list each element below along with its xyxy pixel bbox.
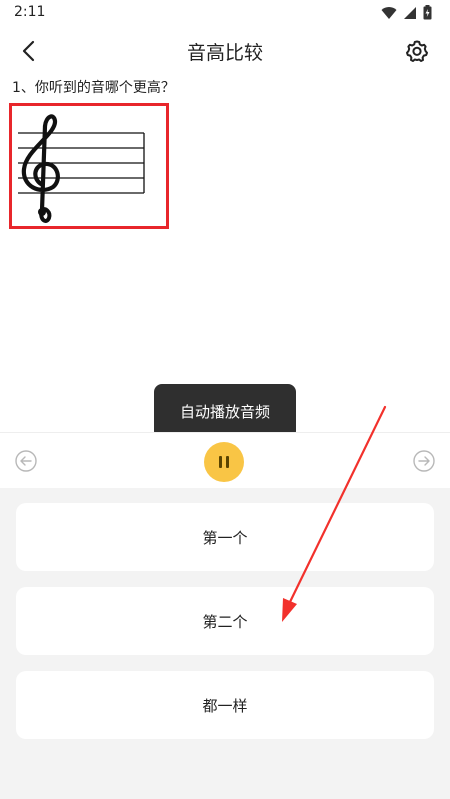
- toast-message: 自动播放音频: [154, 384, 296, 439]
- option-second[interactable]: 第二个: [16, 587, 434, 655]
- battery-icon: [423, 5, 432, 20]
- gear-icon: [406, 40, 428, 62]
- previous-question-button[interactable]: [14, 449, 38, 473]
- staff-highlight-frame: [9, 103, 169, 229]
- signal-icon: [404, 6, 416, 19]
- chevron-left-icon: [22, 40, 35, 62]
- app-bar: 音高比较: [0, 26, 450, 76]
- question-text: 1、你听到的音哪个更高？: [12, 80, 175, 96]
- page-title: 音高比较: [186, 42, 263, 64]
- pause-button[interactable]: [204, 442, 244, 482]
- option-first[interactable]: 第一个: [16, 503, 434, 571]
- status-bar: 2:11: [0, 0, 450, 26]
- pause-icon: [219, 456, 222, 468]
- arrow-left-circle-icon: [15, 450, 37, 472]
- treble-clef-icon: [21, 114, 60, 223]
- settings-button[interactable]: [400, 34, 434, 68]
- back-button[interactable]: [12, 34, 46, 68]
- wifi-icon: [381, 6, 397, 19]
- music-staff: [18, 114, 145, 223]
- status-time: 2:11: [14, 4, 46, 20]
- next-question-button[interactable]: [412, 449, 436, 473]
- answer-options: 第一个 第二个 都一样: [0, 488, 450, 799]
- option-same[interactable]: 都一样: [16, 671, 434, 739]
- arrow-right-circle-icon: [413, 450, 435, 472]
- status-icons: [381, 5, 432, 20]
- player-nav-row: [0, 432, 450, 488]
